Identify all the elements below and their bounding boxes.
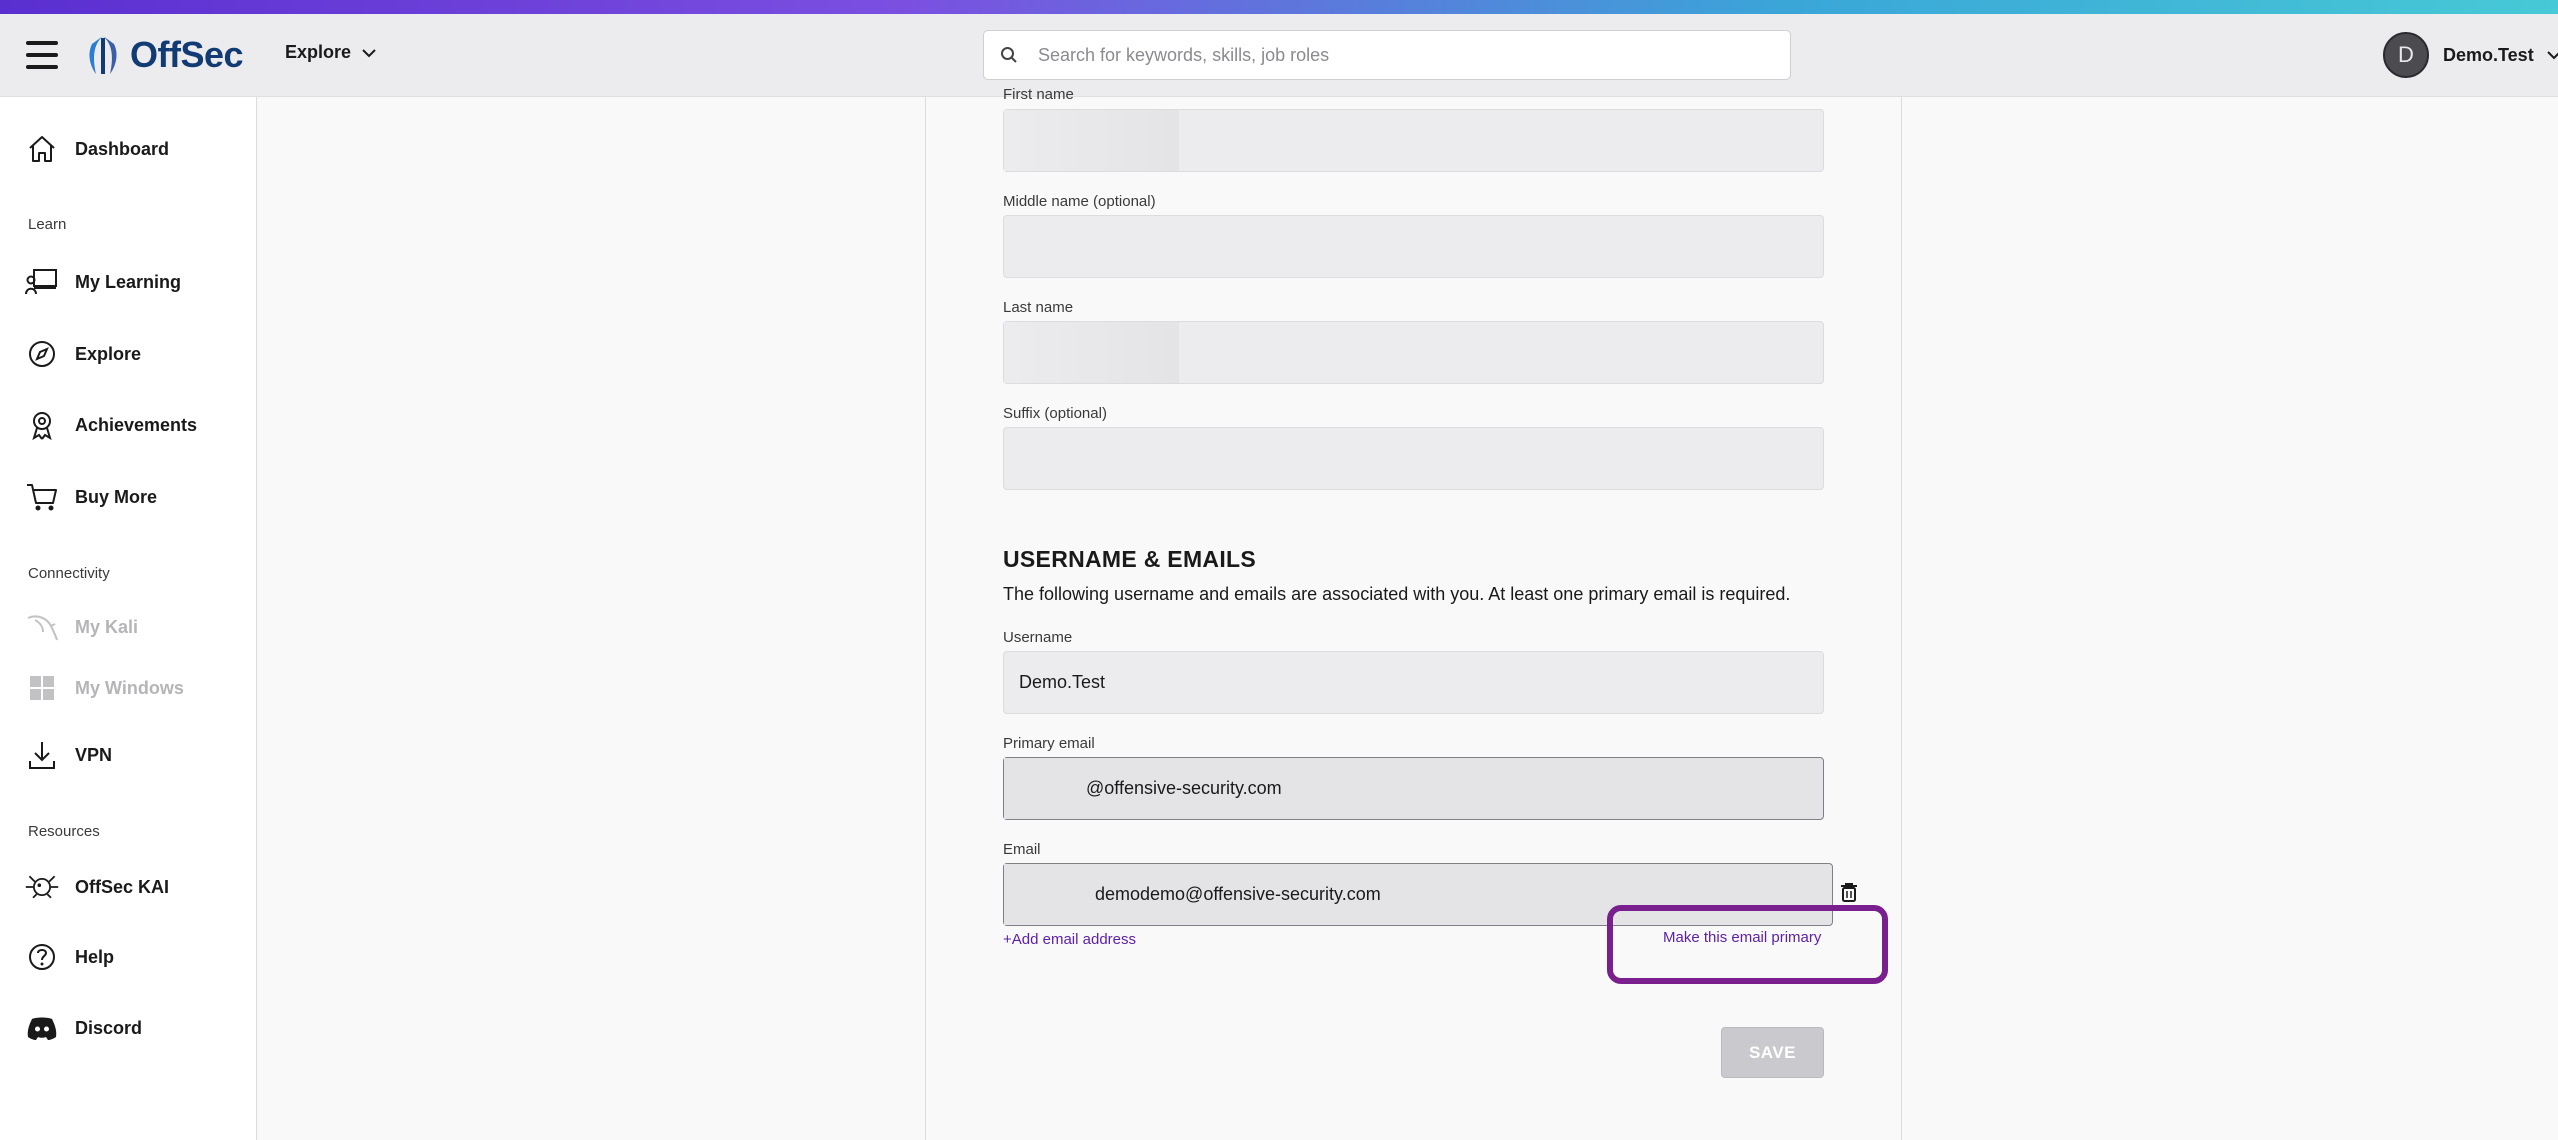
- sidebar-item-buy-more[interactable]: Buy More: [0, 471, 256, 523]
- suffix-field[interactable]: [1003, 427, 1824, 490]
- trash-icon[interactable]: [1840, 882, 1858, 902]
- add-email-link[interactable]: +Add email address: [1003, 931, 1136, 948]
- primary-email-label: Primary email: [1003, 735, 1095, 752]
- redacted-mask: [1004, 864, 1092, 925]
- sidebar-section-learn: Learn: [28, 216, 67, 233]
- suffix-label: Suffix (optional): [1003, 405, 1107, 422]
- sidebar-item-my-learning[interactable]: My Learning: [0, 256, 256, 308]
- search-icon: [1001, 47, 1017, 63]
- download-icon: [24, 737, 60, 773]
- award-icon: [24, 407, 60, 443]
- windows-icon: [24, 670, 60, 706]
- top-gradient-stripe: [0, 0, 2558, 14]
- help-icon: [24, 939, 60, 975]
- offsec-logo-mark-icon: [84, 34, 122, 76]
- primary-email-field[interactable]: @offensive-security.com: [1003, 757, 1824, 820]
- sidebar-item-label: Achievements: [75, 414, 198, 435]
- redacted-mask: [1004, 110, 1179, 171]
- chevron-down-icon: [2546, 51, 2558, 60]
- sidebar-section-connectivity: Connectivity: [28, 565, 110, 582]
- sidebar-item-discord[interactable]: Discord: [0, 1002, 256, 1054]
- sidebar-item-my-windows[interactable]: My Windows: [0, 662, 256, 714]
- middle-name-label: Middle name (optional): [1003, 193, 1156, 210]
- hamburger-menu-icon[interactable]: [26, 41, 58, 69]
- username-label: Username: [1003, 629, 1073, 646]
- cart-icon: [24, 479, 60, 515]
- first-name-field[interactable]: [1003, 109, 1824, 172]
- username-field[interactable]: Demo.Test: [1003, 651, 1824, 714]
- sidebar-item-help[interactable]: Help: [0, 931, 256, 983]
- avatar: D: [2383, 32, 2429, 78]
- email-label: Email: [1003, 841, 1041, 858]
- offsec-logo-text: OffSec: [130, 34, 244, 75]
- last-name-label: Last name: [1003, 299, 1074, 316]
- home-icon: [24, 131, 60, 167]
- sidebar-item-label: Discord: [75, 1017, 143, 1038]
- last-name-field[interactable]: [1003, 321, 1824, 384]
- explore-dropdown[interactable]: Explore: [285, 42, 377, 63]
- middle-name-field[interactable]: [1003, 215, 1824, 278]
- sidebar-item-label: Dashboard: [75, 138, 170, 159]
- discord-icon: [24, 1010, 60, 1046]
- kali-dragon-icon: [24, 609, 60, 645]
- user-menu[interactable]: D Demo.Test: [2383, 32, 2558, 78]
- sidebar-section-resources: Resources: [28, 823, 100, 840]
- redacted-mask: [1004, 322, 1179, 383]
- chevron-down-icon: [362, 48, 376, 57]
- redacted-mask: [1004, 758, 1079, 819]
- sidebar-item-offsec-kai[interactable]: OffSec KAI: [0, 861, 256, 913]
- username-value: Demo.Test: [1019, 672, 1106, 692]
- sidebar-item-label: My Kali: [75, 616, 139, 637]
- sidebar-item-vpn[interactable]: VPN: [0, 729, 256, 781]
- search-input[interactable]: [1038, 44, 1738, 66]
- first-name-label: First name: [1003, 86, 1074, 103]
- sidebar-item-my-kali[interactable]: My Kali: [0, 601, 256, 653]
- make-email-primary-link[interactable]: Make this email primary: [1663, 929, 1821, 946]
- section-description: The following username and emails are as…: [1003, 584, 1791, 604]
- user-name: Demo.Test: [2443, 44, 2534, 65]
- sidebar: Dashboard Learn My Learning Explore Achi…: [0, 97, 257, 1140]
- sidebar-item-label: Help: [75, 946, 115, 967]
- email-value: demodemo@offensive-security.com: [1095, 884, 1381, 904]
- search-bar[interactable]: [983, 30, 1791, 80]
- sidebar-item-label: My Learning: [75, 271, 182, 292]
- top-header: OffSec Explore D Demo.Test: [0, 14, 2558, 97]
- sidebar-item-label: VPN: [75, 744, 113, 765]
- primary-email-value: @offensive-security.com: [1086, 778, 1282, 798]
- save-button[interactable]: SAVE: [1721, 1027, 1824, 1078]
- compass-icon: [24, 336, 60, 372]
- sidebar-item-label: Explore: [75, 343, 142, 364]
- sidebar-item-explore[interactable]: Explore: [0, 328, 256, 380]
- sidebar-item-label: Buy More: [75, 486, 158, 507]
- explore-dropdown-label: Explore: [285, 42, 352, 62]
- kai-dragon-icon: [24, 869, 60, 905]
- offsec-logo[interactable]: OffSec: [84, 34, 244, 76]
- learning-icon: [24, 264, 60, 300]
- sidebar-item-label: My Windows: [75, 677, 184, 698]
- sidebar-item-dashboard[interactable]: Dashboard: [0, 123, 256, 175]
- sidebar-item-label: OffSec KAI: [75, 876, 170, 897]
- sidebar-item-achievements[interactable]: Achievements: [0, 399, 256, 451]
- section-title-username-emails: USERNAME & EMAILS: [1003, 546, 1257, 572]
